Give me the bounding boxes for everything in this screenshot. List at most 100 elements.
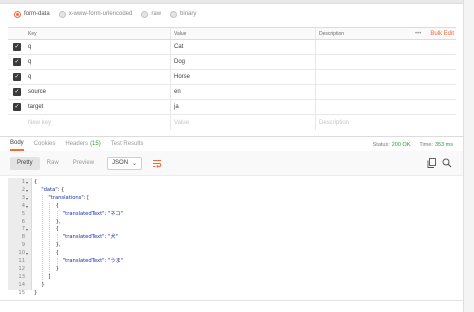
line-number: 12 xyxy=(18,265,25,272)
radio-icon xyxy=(141,10,149,18)
code-text: "translatedText": "犬" xyxy=(62,234,118,241)
line-number: 8 xyxy=(21,234,25,241)
json-key: "data" xyxy=(41,186,58,193)
column-header-key: Key xyxy=(26,28,171,39)
new-key-input[interactable]: New key xyxy=(26,115,171,130)
format-select[interactable]: JSON ⌄ xyxy=(107,156,143,170)
indent-guide xyxy=(56,210,58,219)
radio-raw[interactable]: raw xyxy=(141,10,162,18)
line-number: 6 xyxy=(21,218,25,225)
table-row: ✓ target ja xyxy=(8,100,456,115)
description-cell[interactable] xyxy=(316,85,456,99)
description-cell[interactable] xyxy=(316,100,456,114)
right-scroll-panel[interactable] xyxy=(463,0,474,312)
key-cell[interactable]: source xyxy=(26,85,171,99)
column-header-description: Description ••• Bulk Edit xyxy=(316,28,456,39)
code-line: 1 ▾{ xyxy=(8,179,456,187)
raw-button[interactable]: Raw xyxy=(40,157,66,170)
header-check-cell xyxy=(8,28,26,39)
tab-body[interactable]: Body xyxy=(10,137,24,151)
fold-toggle-icon[interactable]: ▾ xyxy=(26,179,31,187)
tab-cookies[interactable]: Cookies xyxy=(34,137,56,151)
tab-label: Cookies xyxy=(33,141,56,147)
key-cell[interactable]: q xyxy=(26,70,171,84)
bulk-edit-link[interactable]: Bulk Edit xyxy=(430,31,454,37)
code-text: "translatedText": "うま" xyxy=(62,258,124,264)
format-value: JSON xyxy=(112,160,129,166)
table-row: ✓ source en xyxy=(8,85,456,100)
checkbox-checked-icon[interactable]: ✓ xyxy=(13,58,21,66)
table-row: ✓ q Cat xyxy=(8,40,456,55)
value-cell[interactable]: Dog xyxy=(171,55,316,69)
search-icon[interactable] xyxy=(441,157,453,169)
description-cell[interactable] xyxy=(316,40,456,54)
line-number: 7 xyxy=(21,226,25,233)
checkbox-checked-icon[interactable]: ✓ xyxy=(13,103,21,111)
fold-toggle-icon[interactable]: ▾ xyxy=(26,250,31,258)
code-line: 9}, xyxy=(8,242,456,250)
line-number: 9 xyxy=(21,242,25,249)
indent-guide xyxy=(42,194,44,282)
value-cell[interactable]: en xyxy=(171,85,316,99)
tab-label: Headers xyxy=(65,141,89,147)
preview-button[interactable]: Preview xyxy=(66,157,101,170)
checkbox-checked-icon[interactable]: ✓ xyxy=(13,88,21,96)
response-body-viewer[interactable]: 1 ▾{2 ▾ "data": {3 ▾ "translations": [4 ▾{5 "tr… xyxy=(8,178,456,296)
line-number: 11 xyxy=(18,258,25,264)
code-line: 5 "translatedText": "ネコ" xyxy=(8,211,456,219)
json-string-value: "ネコ" xyxy=(107,210,123,217)
value-text: Dog xyxy=(174,59,186,65)
key-text: q xyxy=(28,59,32,65)
tab-test-results[interactable]: Test Results xyxy=(111,137,144,151)
code-text: { xyxy=(55,250,59,257)
new-value-placeholder: Value xyxy=(174,119,189,126)
radio-label: raw xyxy=(151,11,162,17)
checkbox-checked-icon[interactable]: ✓ xyxy=(13,73,21,81)
code-line: 8 "translatedText": "犬" xyxy=(8,234,456,242)
json-string-value: "うま" xyxy=(107,258,124,264)
line-number: 13 xyxy=(18,273,25,280)
wrap-lines-icon[interactable] xyxy=(150,157,164,170)
value-text: en xyxy=(174,89,181,95)
radio-icon xyxy=(58,10,66,18)
value-cell[interactable]: Horse xyxy=(171,70,316,84)
new-value-input[interactable]: Value xyxy=(171,115,316,130)
tab-label: Body xyxy=(10,140,24,146)
fold-toggle-icon[interactable]: ▾ xyxy=(26,203,31,211)
fold-toggle-icon[interactable]: ▾ xyxy=(26,187,31,195)
description-cell[interactable] xyxy=(316,70,456,84)
line-number: 10 xyxy=(18,250,25,257)
indent-guide xyxy=(49,202,51,274)
key-cell[interactable]: q xyxy=(26,40,171,54)
json-key: "translatedText" xyxy=(62,258,105,264)
key-cell[interactable]: target xyxy=(26,100,171,114)
radio-binary[interactable]: binary xyxy=(170,10,196,18)
key-cell[interactable]: q xyxy=(26,55,171,69)
code-line: 2 ▾ "data": { xyxy=(8,187,456,195)
status-label: Status: xyxy=(372,141,390,148)
json-string-value: "犬" xyxy=(107,234,118,241)
checkbox-checked-icon[interactable]: ✓ xyxy=(13,43,21,51)
radio-form-data[interactable]: form-data xyxy=(14,10,50,18)
copy-icon[interactable] xyxy=(425,157,437,169)
key-text: q xyxy=(28,44,32,50)
new-description-input[interactable]: Description xyxy=(316,115,456,130)
description-label: Description xyxy=(319,30,345,37)
line-number: 3 xyxy=(21,194,25,201)
fold-toggle-icon[interactable]: ▾ xyxy=(26,226,31,234)
more-options-icon[interactable]: ••• xyxy=(415,31,421,37)
fold-toggle-icon[interactable]: ▾ xyxy=(26,195,31,203)
json-key: "translations" xyxy=(48,194,84,201)
pretty-button[interactable]: Pretty xyxy=(10,156,40,170)
description-cell[interactable] xyxy=(316,55,456,69)
header-tools: ••• Bulk Edit xyxy=(415,31,454,37)
radio-selected-icon xyxy=(14,10,21,18)
value-cell[interactable]: ja xyxy=(171,100,316,114)
body-type-selector: form-data x-www-form-urlencoded raw bina… xyxy=(0,7,463,21)
code-text: }, xyxy=(55,242,61,249)
tab-headers[interactable]: Headers (15) xyxy=(65,137,100,151)
line-number: 14 xyxy=(18,281,25,288)
code-line: 12} xyxy=(8,266,456,274)
value-cell[interactable]: Cat xyxy=(171,40,316,54)
radio-urlencoded[interactable]: x-www-form-urlencoded xyxy=(58,10,132,18)
